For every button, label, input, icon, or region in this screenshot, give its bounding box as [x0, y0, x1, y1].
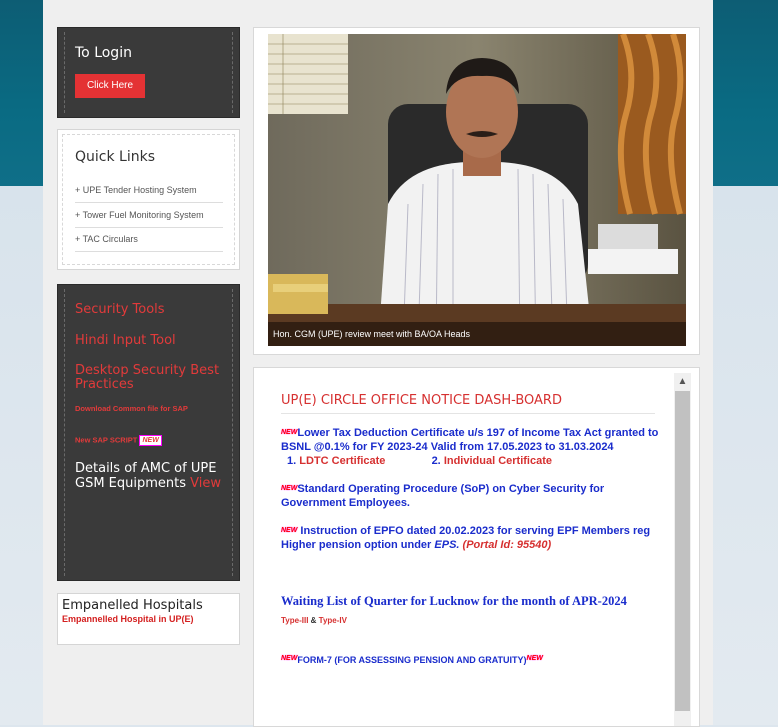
login-title: To Login: [75, 45, 132, 61]
slideshow-photo[interactable]: Hon. CGM (UPE) review meet with BA/OA He…: [268, 34, 686, 346]
quick-links-title: Quick Links: [75, 149, 156, 165]
new-badge: NEW: [281, 655, 298, 662]
notice-scrollbar[interactable]: ▲: [674, 373, 691, 726]
scroll-thumb[interactable]: [675, 391, 690, 711]
new-sap-script[interactable]: New SAP SCRIPT NEW: [75, 435, 162, 446]
security-panel: Security Tools Hindi Input Tool Desktop …: [57, 284, 240, 581]
office-photo-image: [268, 34, 686, 346]
quick-link-tac[interactable]: + TAC Circulars: [75, 227, 223, 252]
amc-details: Details of AMC of UPE GSM Equipments Vie…: [75, 461, 222, 491]
download-sap-link[interactable]: Download Common file for SAP: [75, 404, 188, 413]
notice-dashboard: UP(E) CIRCLE OFFICE NOTICE DASH-BOARD NE…: [260, 373, 672, 726]
slideshow-caption: Hon. CGM (UPE) review meet with BA/OA He…: [268, 322, 686, 346]
new-badge: NEW: [526, 655, 543, 662]
login-button[interactable]: Click Here: [75, 74, 145, 98]
notice-item-ldtc: NEWLower Tax Deduction Certificate u/s 1…: [281, 427, 659, 467]
new-badge: NEW: [281, 485, 298, 492]
quick-link-tender[interactable]: + UPE Tender Hosting System: [75, 178, 223, 203]
individual-certificate-link[interactable]: Individual Certificate: [444, 455, 552, 467]
hospitals-link[interactable]: Empannelled Hospital in UP(E): [62, 614, 194, 624]
new-badge: NEW: [139, 435, 162, 446]
quick-links-panel: Quick Links + UPE Tender Hosting System …: [57, 129, 240, 270]
waiting-list-title: Waiting List of Quarter for Lucknow for …: [281, 594, 627, 608]
amc-view-link[interactable]: View: [190, 476, 221, 491]
hospitals-title: Empanelled Hospitals: [62, 598, 203, 613]
new-badge: NEW: [281, 527, 298, 534]
notice-item-epfo[interactable]: NEW Instruction of EPFO dated 20.02.2023…: [281, 524, 671, 552]
security-tools-link[interactable]: Security Tools: [75, 302, 165, 317]
login-panel: To Login Click Here: [57, 27, 240, 118]
hindi-input-link[interactable]: Hindi Input Tool: [75, 333, 176, 348]
notice-title: UP(E) CIRCLE OFFICE NOTICE DASH-BOARD: [281, 393, 655, 414]
hospitals-panel: Empanelled Hospitals Empannelled Hospita…: [57, 593, 240, 645]
quarter-types: Type-III & Type-IV: [281, 616, 347, 625]
new-badge: NEW: [281, 429, 298, 436]
type-iv-link[interactable]: Type-IV: [319, 616, 347, 625]
notice-item-sop[interactable]: NEWStandard Operating Procedure (SoP) on…: [281, 482, 671, 510]
desktop-security-link[interactable]: Desktop Security Best Practices: [75, 364, 225, 392]
notice-frame: UP(E) CIRCLE OFFICE NOTICE DASH-BOARD NE…: [253, 367, 700, 727]
scroll-up-icon[interactable]: ▲: [674, 373, 691, 390]
ldtc-certificate-link[interactable]: LDTC Certificate: [299, 455, 385, 467]
form7-link[interactable]: NEWFORM-7 (FOR ASSESSING PENSION AND GRA…: [281, 655, 543, 665]
slideshow-frame: Hon. CGM (UPE) review meet with BA/OA He…: [253, 27, 700, 355]
quick-link-tower-fuel[interactable]: + Tower Fuel Monitoring System: [75, 203, 223, 228]
type-iii-link[interactable]: Type-III: [281, 616, 308, 625]
